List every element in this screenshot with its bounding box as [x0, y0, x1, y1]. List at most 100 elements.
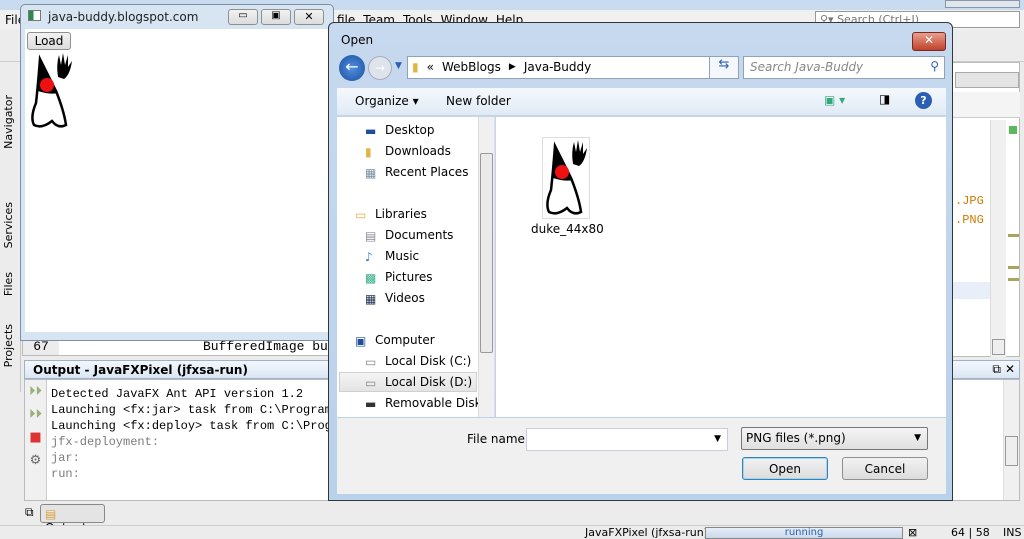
downloads-icon: ▮	[365, 144, 372, 159]
output-actions: ⏵⏵ ⏵⏵ ■ ⚙	[25, 380, 47, 500]
file-type-select[interactable]: PNG files (*.png) ▼	[741, 427, 928, 450]
error-stripe-mark	[1008, 234, 1019, 237]
nav-item-local-disk-d[interactable]: ▭ Local Disk (D:)	[339, 372, 477, 392]
app-window: java-buddy.blogspot.com ▭ ▣ ✕ Load	[20, 4, 334, 341]
help-icon[interactable]: ?	[915, 92, 932, 109]
navigation-pane: ▬ Desktop ▮ Downloads ▦ Recent Places ▭ Librari…	[337, 117, 495, 417]
restore-icon[interactable]: ⧉	[992, 362, 1001, 377]
nav-item-recent-places[interactable]: ▦ Recent Places	[365, 162, 468, 182]
minimized-restore-icon[interactable]: ⧉	[25, 505, 34, 520]
open-button[interactable]: Open	[742, 457, 828, 480]
caret-position: 64 | 58	[951, 526, 990, 539]
editor-snippet-jpg: .JPG	[955, 194, 984, 208]
nav-item-libraries[interactable]: ▭ Libraries	[355, 204, 427, 224]
stop-icon[interactable]: ■	[25, 426, 46, 449]
nav-item-downloads[interactable]: ▮ Downloads	[365, 141, 451, 161]
output-line: Launching <fx:deploy> task from C:\Progr	[51, 419, 340, 433]
file-name: duke_44x80	[531, 222, 604, 236]
forward-button[interactable]: →	[368, 56, 392, 80]
close-icon[interactable]: ✕	[1005, 362, 1015, 376]
removable-disk-icon: ▬	[365, 396, 377, 411]
editor-code-text: BufferedImage bu	[203, 339, 328, 354]
breadcrumb-webblogs[interactable]: WebBlogs	[442, 60, 501, 75]
side-tab-files[interactable]: Files	[2, 272, 15, 296]
disk-icon: ▭	[365, 354, 377, 369]
organize-button[interactable]: Organize ▾	[355, 94, 419, 108]
dialog-close-button[interactable]: ✕	[912, 32, 946, 51]
output-line: jfx-deployment:	[51, 435, 160, 449]
nav-item-removable-disk[interactable]: ▬ Removable Disk (	[365, 393, 490, 413]
ide-window-controls[interactable]	[945, 0, 1020, 8]
breadcrumb-java-buddy[interactable]: Java-Buddy	[524, 60, 591, 75]
error-stripe-mark	[1008, 266, 1019, 269]
pictures-icon: ▩	[365, 270, 377, 285]
status-project: JavaFXPixel (jfxsa-run)	[585, 526, 708, 539]
computer-icon: ▣	[355, 333, 367, 348]
insert-mode: INS	[1003, 526, 1022, 539]
change-view-icon[interactable]: ▣ ▾	[824, 93, 845, 107]
address-bar[interactable]: ▮ « WebBlogs ▶ Java-Buddy ▼	[407, 56, 738, 79]
rerun-icon[interactable]: ⏵⏵	[25, 380, 46, 403]
side-tab-navigator[interactable]: Navigator	[2, 95, 15, 149]
error-stripe-ok	[1009, 126, 1017, 134]
nav-item-music[interactable]: ♪ Music	[365, 246, 419, 266]
nav-item-documents[interactable]: ▤ Documents	[365, 225, 453, 245]
music-icon: ♪	[365, 249, 373, 264]
minimize-button[interactable]: ▭	[228, 9, 258, 25]
file-name-input[interactable]: ▼	[526, 428, 728, 451]
editor-scrollbar[interactable]	[990, 120, 1006, 357]
dialog-title: Open	[341, 33, 374, 47]
desktop-icon: ▬	[365, 123, 377, 138]
output-line: run:	[51, 467, 80, 481]
side-tab-services[interactable]: Services	[2, 202, 15, 248]
videos-icon: ▦	[365, 291, 377, 306]
settings-icon[interactable]: ⚙	[25, 449, 46, 472]
back-button[interactable]: ←	[339, 55, 365, 81]
output-scrollbar[interactable]	[1003, 380, 1019, 500]
progress-bar: running	[705, 527, 903, 539]
libraries-icon: ▭	[355, 207, 367, 222]
status-bar: JavaFXPixel (jfxsa-run) running ⊠ 64 | 5…	[0, 525, 1024, 539]
file-type-dropdown-icon: ▼	[914, 433, 921, 443]
recent-places-icon: ▦	[365, 165, 377, 180]
output-line: Launching <fx:jar> task from C:\Program	[51, 403, 332, 417]
nav-item-videos[interactable]: ▦ Videos	[365, 288, 425, 308]
history-dropdown-icon[interactable]: ▼	[395, 61, 402, 71]
editor-current-line	[952, 282, 990, 299]
documents-icon: ▤	[365, 228, 377, 243]
rerun-different-icon[interactable]: ⏵⏵	[25, 403, 46, 426]
app-content: Load	[25, 29, 329, 332]
refresh-button[interactable]: ⇆	[709, 56, 739, 79]
bottom-tab-output[interactable]: ▤ Output	[40, 504, 105, 535]
nav-item-desktop[interactable]: ▬ Desktop	[365, 120, 435, 140]
close-button[interactable]: ✕	[294, 9, 324, 25]
folder-icon: ▮	[412, 60, 419, 74]
cancel-button[interactable]: Cancel	[842, 457, 928, 480]
editor-nav-buttons[interactable]	[955, 72, 1019, 88]
maximize-button[interactable]: ▣	[261, 9, 291, 25]
load-button[interactable]: Load	[27, 32, 71, 50]
duke-image	[31, 53, 72, 128]
preview-pane-icon[interactable]: ◨	[879, 92, 890, 106]
app-icon	[28, 10, 41, 21]
output-tab-icon: ▤	[45, 507, 57, 521]
nav-scrollbar[interactable]	[478, 117, 494, 417]
duke-thumbnail	[542, 137, 590, 219]
file-item[interactable]: duke_44x80	[531, 137, 604, 236]
search-icon[interactable]: ⚲	[930, 59, 939, 73]
app-title-bar: java-buddy.blogspot.com ▭ ▣ ✕	[21, 5, 333, 29]
app-title: java-buddy.blogspot.com	[48, 10, 199, 24]
search-input[interactable]: Search Java-Buddy ⚲	[743, 56, 945, 79]
file-name-dropdown-icon[interactable]: ▼	[714, 434, 721, 444]
output-line: jar:	[51, 451, 80, 465]
nav-item-pictures[interactable]: ▩ Pictures	[365, 267, 433, 287]
new-folder-button[interactable]: New folder	[446, 94, 511, 108]
side-tab-projects[interactable]: Projects	[2, 324, 15, 367]
cancel-task-icon[interactable]: ⊠	[908, 526, 917, 539]
nav-item-local-disk-c[interactable]: ▭ Local Disk (C:)	[365, 351, 471, 371]
open-dialog: Open ✕ ← → ▼ ▮ « WebBlogs ▶ Java-Buddy ▼…	[328, 22, 953, 501]
editor-header	[952, 92, 1020, 118]
error-stripe-mark	[1008, 278, 1019, 281]
nav-item-computer[interactable]: ▣ Computer	[355, 330, 435, 350]
output-line: Detected JavaFX Ant API version 1.2	[51, 387, 304, 401]
